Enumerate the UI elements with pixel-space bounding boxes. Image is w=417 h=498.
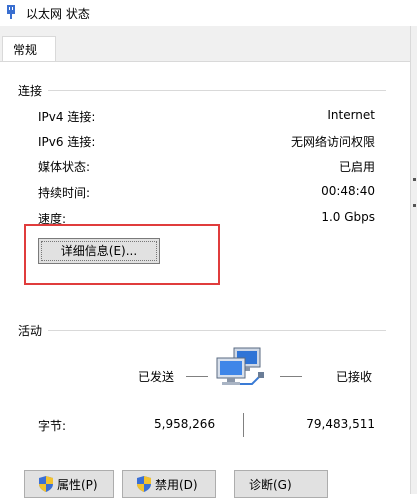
edge-mark [413,204,416,207]
network-computers-icon [216,347,264,385]
bytes-label: 字节: [38,419,67,433]
duration-value: 00:48:40 [321,184,375,198]
bytes-sent-value: 5,958,266 [154,417,216,431]
connection-divider [48,90,386,91]
ipv6-label: IPv6 连接: [38,135,96,149]
activity-section-title: 活动 [18,324,43,338]
uac-shield-icon [39,476,53,492]
window-title: 以太网 状态 [26,7,90,21]
ipv4-label: IPv4 连接: [38,110,96,124]
activity-divider [48,330,386,331]
disable-button-label: 禁用(D) [155,478,198,492]
tab-general[interactable]: 常规 [2,36,56,63]
annotation-highlight-box [24,224,220,285]
title-bar[interactable]: 以太网 状态 [0,0,417,26]
received-label: 已接收 [336,370,373,384]
media-state-label: 媒体状态: [38,160,91,174]
ipv4-value: Internet [327,108,375,122]
sent-label: 已发送 [138,370,175,384]
tab-strip: 常规 [0,26,417,63]
network-adapter-icon [7,5,15,19]
uac-shield-icon [137,476,151,492]
duration-label: 持续时间: [38,186,91,200]
tab-general-label: 常规 [13,43,38,57]
speed-value: 1.0 Gbps [321,210,375,224]
received-line [280,376,302,377]
sent-line [186,376,208,377]
edge-mark [413,178,416,181]
properties-button-label: 属性(P) [57,478,98,492]
media-state-value: 已启用 [338,160,375,174]
ipv6-value: 无网络访问权限 [290,135,375,149]
bytes-received-value: 79,483,511 [306,417,375,431]
bytes-separator [243,413,244,437]
diagnose-button-label: 诊断(G) [249,478,292,492]
connection-section-title: 连接 [18,84,43,98]
window-right-edge [410,26,417,494]
